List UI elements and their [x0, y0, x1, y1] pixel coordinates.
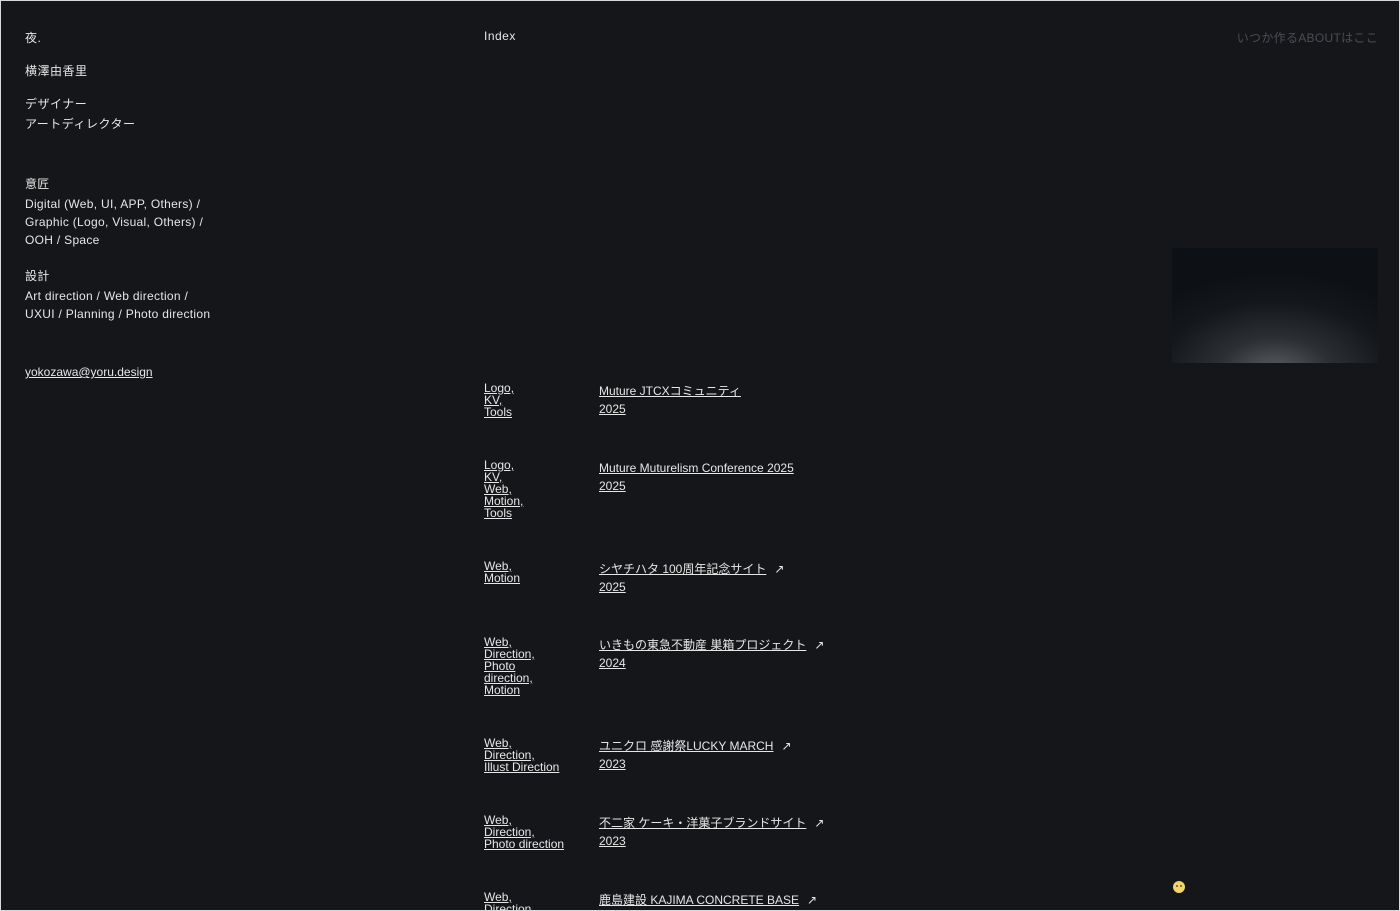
project-title[interactable]: シヤチハタ 100周年記念サイト	[599, 562, 766, 576]
nav-about[interactable]: いつか作るABOUTはここ	[1237, 29, 1378, 46]
project-info: 不二家 ケーキ・洋菓子ブランドサイト ↗ 2023	[599, 814, 919, 850]
section-design: 意匠 Digital (Web, UI, APP, Others) / Grap…	[25, 175, 203, 249]
face-emoji-icon[interactable]	[1173, 881, 1185, 893]
role-art-director: アートディレクター	[25, 117, 136, 131]
project-info: いきもの東急不動産 巣箱プロジェクト ↗ 2024	[599, 636, 919, 672]
project-title-link[interactable]: シヤチハタ 100周年記念サイト ↗	[599, 560, 919, 578]
project-title-link[interactable]: 不二家 ケーキ・洋菓子ブランドサイト ↗	[599, 814, 919, 832]
project-tag-link[interactable]: Photo direction	[484, 838, 584, 850]
nav-index[interactable]: Index	[484, 29, 516, 43]
project-tags: Web, Motion	[484, 560, 584, 584]
project-year[interactable]: 2025	[599, 477, 919, 495]
project-info: シヤチハタ 100周年記念サイト ↗ 2025	[599, 560, 919, 596]
section-planning-line: UXUI / Planning / Photo direction	[25, 307, 211, 321]
project-title[interactable]: ユニクロ 感謝祭LUCKY MARCH	[599, 739, 773, 753]
project-info: Muture Muturelism Conference 2025 2025	[599, 459, 919, 495]
section-design-line: OOH / Space	[25, 233, 100, 247]
project-info: 鹿島建設 KAJIMA CONCRETE BASE ↗ 2023	[599, 891, 919, 910]
section-design-line: Digital (Web, UI, APP, Others) /	[25, 197, 201, 211]
project-tags: Web, Direction	[484, 891, 584, 910]
section-design-heading: 意匠	[25, 177, 50, 191]
roles-list: デザイナー アートディレクター	[25, 94, 135, 134]
section-design-line: Graphic (Logo, Visual, Others) /	[25, 215, 204, 229]
arrow-up-right-icon: ↗	[774, 562, 785, 576]
project-tag-link[interactable]: Motion	[484, 572, 584, 584]
project-tag-link[interactable]: Tools	[484, 406, 584, 418]
project-year[interactable]: 2023	[599, 755, 919, 773]
project-tag-link[interactable]: Direction	[484, 903, 584, 910]
project-title-link[interactable]: いきもの東急不動産 巣箱プロジェクト ↗	[599, 636, 919, 654]
project-title[interactable]: Muture JTCXコミュニティ	[599, 384, 741, 398]
designer-name: 横澤由香里	[25, 64, 88, 78]
project-tags: Web, Direction, Photo direction	[484, 814, 584, 850]
project-year[interactable]: 2023	[599, 909, 919, 910]
project-title-link[interactable]: 鹿島建設 KAJIMA CONCRETE BASE ↗	[599, 891, 919, 909]
project-title[interactable]: 鹿島建設 KAJIMA CONCRETE BASE	[599, 893, 799, 907]
arrow-up-right-icon: ↗	[807, 893, 818, 907]
site-logo[interactable]: 夜.	[25, 29, 41, 46]
project-tags: Web, Direction, Photo direction, Motion	[484, 636, 584, 696]
project-tags: Logo, KV, Web, Motion, Tools	[484, 459, 584, 519]
project-year[interactable]: 2025	[599, 578, 919, 596]
project-title[interactable]: 不二家 ケーキ・洋菓子ブランドサイト	[599, 816, 806, 830]
project-tags: Logo, KV, Tools	[484, 382, 584, 418]
section-planning: 設計 Art direction / Web direction / UXUI …	[25, 267, 210, 323]
project-tag-link[interactable]: Illust Direction	[484, 761, 584, 773]
project-year[interactable]: 2025	[599, 400, 919, 418]
project-preview-image	[1172, 248, 1378, 363]
section-planning-line: Art direction / Web direction /	[25, 289, 189, 303]
arrow-up-right-icon: ↗	[781, 739, 792, 753]
project-tags: Web, Direction, Illust Direction	[484, 737, 584, 773]
project-title-link[interactable]: ユニクロ 感謝祭LUCKY MARCH ↗	[599, 737, 919, 755]
email-link[interactable]: yokozawa@yoru.design	[25, 365, 153, 379]
project-info: ユニクロ 感謝祭LUCKY MARCH ↗ 2023	[599, 737, 919, 773]
project-year[interactable]: 2024	[599, 654, 919, 672]
project-title[interactable]: Muture Muturelism Conference 2025	[599, 461, 794, 475]
project-title-link[interactable]: Muture JTCXコミュニティ	[599, 382, 919, 400]
arrow-up-right-icon: ↗	[814, 638, 825, 652]
project-tag-link[interactable]: Motion	[484, 684, 584, 696]
page-frame: 夜. 横澤由香里 デザイナー アートディレクター 意匠 Digital (Web…	[1, 1, 1399, 910]
arrow-up-right-icon: ↗	[814, 816, 825, 830]
role-designer: デザイナー	[25, 97, 88, 111]
project-tag-link[interactable]: Tools	[484, 507, 584, 519]
project-year[interactable]: 2023	[599, 832, 919, 850]
section-planning-heading: 設計	[25, 269, 50, 283]
project-title-link[interactable]: Muture Muturelism Conference 2025	[599, 459, 919, 477]
project-title[interactable]: いきもの東急不動産 巣箱プロジェクト	[599, 638, 806, 652]
project-info: Muture JTCXコミュニティ 2025	[599, 382, 919, 418]
